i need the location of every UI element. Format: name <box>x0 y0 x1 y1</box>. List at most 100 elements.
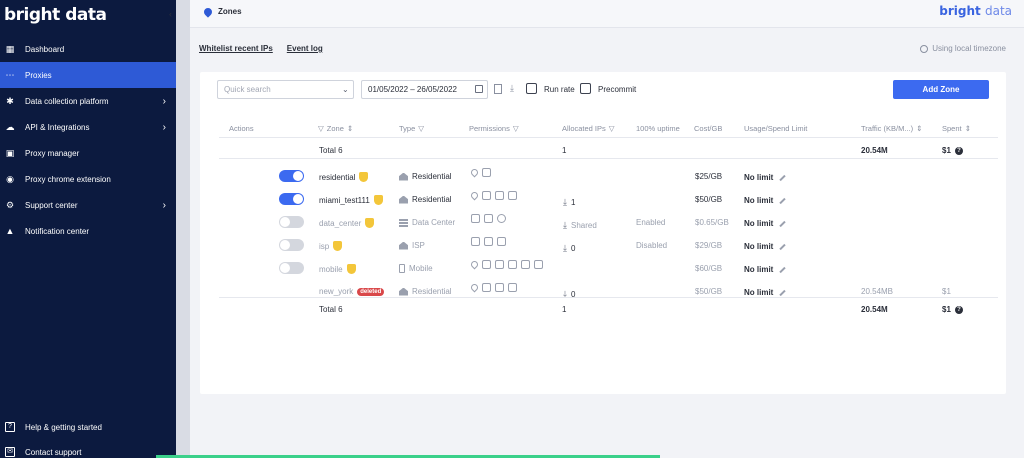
download-icon[interactable]: ⤓ <box>563 289 567 300</box>
edit-icon[interactable] <box>779 289 787 296</box>
timezone-toggle[interactable]: Using local timezone <box>920 44 1006 53</box>
download-icon[interactable]: ⤓ <box>563 243 567 254</box>
chevron-down-icon[interactable]: ⌄ <box>342 85 349 94</box>
filter-icon: ▽ <box>418 124 425 133</box>
zone-toggle[interactable] <box>279 193 304 205</box>
header-allocated[interactable]: Allocated IPs ▽ <box>562 124 615 133</box>
precommit-checkbox[interactable] <box>580 83 591 94</box>
add-zone-button[interactable]: Add Zone <box>893 80 989 99</box>
shield-icon <box>346 264 356 274</box>
date-range-picker[interactable]: 01/05/2022 – 26/05/2022 <box>361 80 488 99</box>
chevron-left-icon[interactable]: ‹ <box>169 9 172 19</box>
sidebar-item-contact-support[interactable]: ✉ Contact support <box>0 439 176 458</box>
sort-icon: ⇕ <box>346 124 354 133</box>
header-traffic[interactable]: Traffic (KB/M...) ⇕ <box>861 124 922 133</box>
whitelist-link[interactable]: Whitelist recent IPs <box>199 44 273 53</box>
zone-toggle[interactable] <box>279 216 304 228</box>
sidebar-item-dashboard[interactable]: ▦ Dashboard <box>0 36 176 62</box>
permission-icon <box>469 190 480 201</box>
zone-name[interactable]: isp <box>319 241 343 251</box>
top-links: Whitelist recent IPs Event log <box>199 44 323 53</box>
sidebar-item-label: Data collection platform <box>25 96 109 106</box>
zone-limit[interactable]: No limit <box>744 242 787 251</box>
run-rate-checkbox[interactable] <box>526 83 537 94</box>
download-icon[interactable]: ⤓ <box>563 197 567 208</box>
header-cost: Cost/GB <box>694 124 723 133</box>
info-icon[interactable]: ? <box>954 146 963 155</box>
zones-card: Quick search ⌄ 01/05/2022 – 26/05/2022 ⤓… <box>200 72 1006 394</box>
zone-limit[interactable]: No limit <box>744 219 787 228</box>
permission-icon <box>534 260 543 269</box>
columns-icon[interactable] <box>494 84 502 94</box>
edit-icon[interactable] <box>779 266 787 273</box>
zone-limit[interactable]: No limit <box>744 265 787 274</box>
sidebar-item-help-getting-started[interactable]: ? Help & getting started <box>0 414 176 440</box>
permission-icon <box>497 237 506 246</box>
permission-icon <box>482 168 491 177</box>
header-type[interactable]: Type ▽ <box>399 124 424 133</box>
help-icon: ? <box>5 422 15 432</box>
zone-allocated: ⤓ Shared <box>563 220 597 231</box>
permission-icon <box>469 167 480 178</box>
sidebar-item-proxy-chrome-extension[interactable]: ◉ Proxy chrome extension <box>0 166 176 192</box>
info-icon[interactable]: ? <box>954 305 963 314</box>
filter-icon: ▽ <box>608 124 615 133</box>
zone-toggle[interactable] <box>279 239 304 251</box>
data-center-icon <box>399 218 408 227</box>
header-zone[interactable]: ▽ Zone ⇕ <box>318 124 353 133</box>
header-actions: Actions <box>229 124 254 133</box>
sidebar-item-notification-center[interactable]: ▲ Notification center <box>0 218 176 244</box>
permission-icon <box>497 214 506 223</box>
zone-limit[interactable]: No limit <box>744 173 787 182</box>
footer-total-label: Total 6 <box>319 305 343 314</box>
zone-limit[interactable]: No limit <box>744 288 787 297</box>
zone-type: Data Center <box>399 218 455 227</box>
sidebar-item-proxy-manager[interactable]: ▣ Proxy manager <box>0 140 176 166</box>
header-spent[interactable]: Spent ⇕ <box>942 124 971 133</box>
total-spent: $1? <box>942 146 963 155</box>
zone-name[interactable]: new_york deleted <box>319 287 385 296</box>
zone-toggle[interactable] <box>279 170 304 182</box>
download-icon[interactable]: ⤓ <box>563 220 567 231</box>
sort-icon: ⇕ <box>964 124 971 133</box>
footer-total-spent: $1? <box>942 305 963 314</box>
edit-icon[interactable] <box>779 243 787 250</box>
api-icon: ☁ <box>5 121 15 132</box>
event-log-link[interactable]: Event log <box>287 44 323 53</box>
zone-name[interactable]: data_center <box>319 218 375 228</box>
zone-uptime: Enabled <box>636 218 666 227</box>
permission-icon <box>484 214 493 223</box>
topbar: Zones bright data <box>190 0 1024 28</box>
download-icon[interactable]: ⤓ <box>510 83 514 94</box>
header-divider <box>219 137 998 138</box>
edit-icon[interactable] <box>779 220 787 227</box>
permission-icon <box>508 283 517 292</box>
zone-permissions <box>469 190 517 201</box>
search-input[interactable]: Quick search <box>217 80 354 99</box>
sidebar-item-label: Dashboard <box>25 44 65 54</box>
sidebar-item-label: Notification center <box>25 226 90 236</box>
footer-total-traffic: 20.54M <box>861 305 888 314</box>
permission-icon <box>508 191 517 200</box>
zone-name[interactable]: mobile <box>319 264 356 274</box>
sidebar-item-support-center[interactable]: ⚙ Support center › <box>0 192 176 218</box>
zone-limit[interactable]: No limit <box>744 196 787 205</box>
sidebar-item-proxies[interactable]: ⋯ Proxies <box>0 62 176 88</box>
shield-icon <box>333 241 343 251</box>
gear-icon: ⚙ <box>5 199 15 210</box>
sidebar-item-api-integrations[interactable]: ☁ API & Integrations › <box>0 114 176 140</box>
sidebar-item-data-collection-platform[interactable]: ✱ Data collection platform › <box>0 88 176 114</box>
sidebar: bright data ▦ Dashboard ⋯ Proxies ✱ Data coll… <box>0 0 176 458</box>
edit-icon[interactable] <box>779 174 787 181</box>
header-permissions[interactable]: Permissions ▽ <box>469 124 519 133</box>
zone-name[interactable]: residential <box>319 172 369 182</box>
page-title-text: Zones <box>218 7 242 16</box>
permission-icon <box>469 282 480 293</box>
sidebar-item-label: API & Integrations <box>25 122 90 132</box>
edit-icon[interactable] <box>779 197 787 204</box>
dashboard-icon: ▦ <box>5 43 15 54</box>
zone-toggle[interactable] <box>279 262 304 274</box>
zone-traffic: 20.54MB <box>861 287 894 296</box>
chevron-right-icon: › <box>162 95 166 107</box>
zone-name[interactable]: miami_test111 <box>319 195 383 205</box>
